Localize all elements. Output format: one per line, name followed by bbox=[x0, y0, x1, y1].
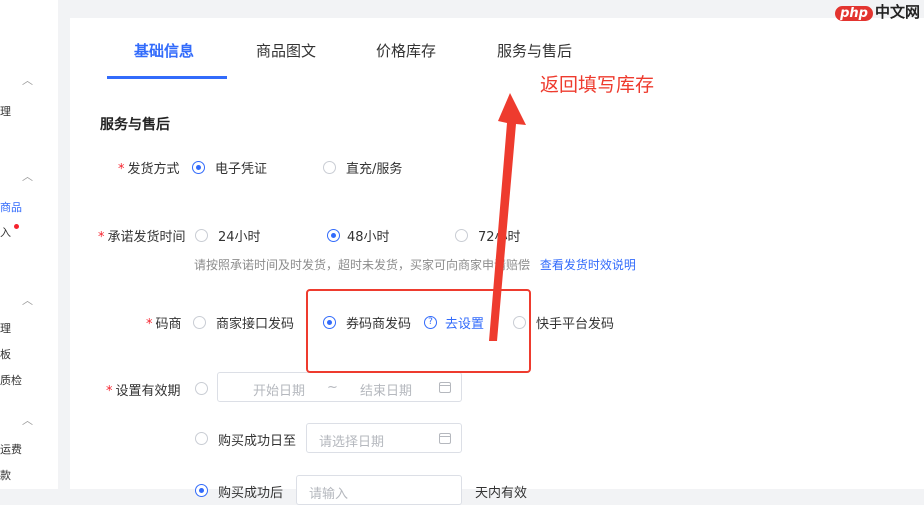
site-watermark: php 中文网 bbox=[835, 1, 920, 22]
annotation-arrow-icon bbox=[489, 93, 526, 341]
watermark-text: 中文网 bbox=[874, 3, 920, 21]
watermark-logo: php bbox=[835, 6, 873, 21]
